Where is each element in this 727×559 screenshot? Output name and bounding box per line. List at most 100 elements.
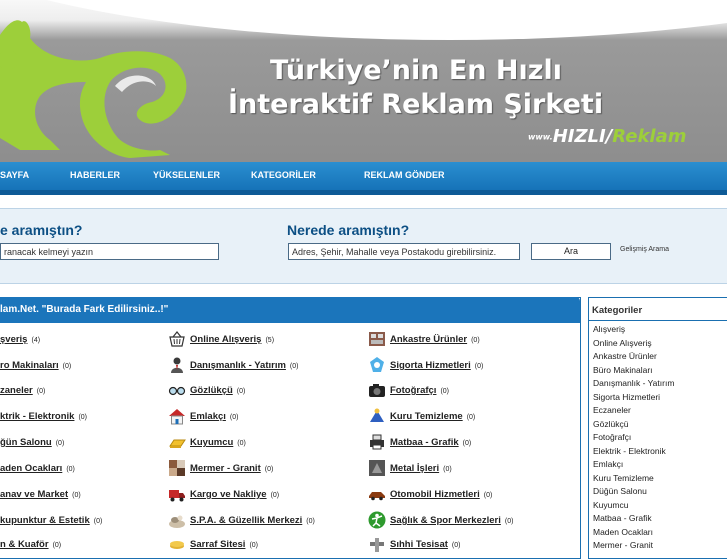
category-name[interactable]: Sağlık & Spor Merkezleri — [390, 515, 501, 526]
category-count: (0) — [229, 414, 239, 421]
category-link[interactable]: ktrik - Elektronik (0) — [0, 411, 87, 422]
category-count: (0) — [471, 337, 480, 344]
printer-icon — [370, 434, 384, 450]
sidebar-item[interactable]: Eczaneler — [593, 405, 631, 415]
category-name[interactable]: ro Makinaları — [0, 360, 59, 371]
category-link[interactable]: Mermer - Granit (0) — [190, 463, 273, 474]
category-link[interactable]: Fotoğrafçı (0) — [390, 385, 449, 396]
category-name[interactable]: şveriş — [0, 334, 27, 345]
nav-reklam-gonder[interactable]: REKLAM GÖNDER — [364, 170, 445, 180]
insurance-icon — [370, 357, 384, 372]
category-link[interactable]: Sağlık & Spor Merkezleri (0) — [390, 515, 513, 526]
category-link[interactable]: şveriş (4) — [0, 334, 40, 345]
category-count: (0) — [72, 492, 81, 499]
sidebar-item[interactable]: Danışmanlık - Yatırım — [593, 378, 674, 388]
category-link[interactable]: ğün Salonu (0) — [0, 437, 64, 448]
category-count: (0) — [483, 492, 493, 499]
spa-icon — [169, 515, 185, 528]
category-link[interactable]: Matbaa - Grafik (0) — [390, 437, 471, 448]
header-banner: Türkiye’nin En Hızlı İnteraktif Reklam Ş… — [0, 0, 727, 162]
category-count: (0) — [66, 466, 75, 473]
sidebar-item[interactable]: Mermer - Granit — [593, 540, 653, 550]
category-name[interactable]: zaneler — [0, 385, 33, 396]
category-name[interactable]: Kuru Temizleme — [390, 411, 463, 422]
sidebar-item[interactable]: Düğün Salonu — [593, 486, 647, 496]
category-name[interactable]: Emlakçı — [190, 411, 226, 422]
category-name[interactable]: Gözlükçü — [190, 385, 233, 396]
marble-icon — [169, 460, 185, 476]
nav-kategoriler[interactable]: KATEGORİLER — [251, 170, 316, 180]
category-link[interactable]: Otomobil Hizmetleri (0) — [390, 489, 492, 500]
category-name[interactable]: ktrik - Elektronik — [0, 411, 74, 422]
headline-line-2: İnteraktif Reklam Şirketi — [228, 89, 604, 120]
category-link[interactable]: S.P.A. & Güzellik Merkezi (0) — [190, 515, 315, 526]
sidebar-item[interactable]: Emlakçı — [593, 459, 623, 469]
sidebar-item[interactable]: Online Alışveriş — [593, 338, 652, 348]
sidebar-divider — [588, 320, 727, 321]
category-name[interactable]: Ankastre Ürünler — [390, 334, 467, 345]
category-link[interactable]: Emlakçı (0) — [190, 411, 238, 422]
sidebar-item[interactable]: Alışveriş — [593, 324, 625, 334]
category-link[interactable]: Sigorta Hizmetleri (0) — [390, 360, 483, 371]
search-button[interactable]: Ara — [531, 243, 611, 260]
category-link[interactable]: Kargo ve Nakliye (0) — [190, 489, 279, 500]
category-link[interactable]: Metal İşleri (0) — [390, 463, 452, 474]
nav-haberler[interactable]: HABERLER — [70, 170, 120, 180]
category-name[interactable]: kupunktur & Estetik — [0, 515, 90, 526]
category-count: (0) — [237, 440, 246, 447]
sidebar-item[interactable]: Maden Ocakları — [593, 527, 653, 537]
category-name[interactable]: Fotoğrafçı — [390, 385, 436, 396]
category-link[interactable]: Kuyumcu (0) — [190, 437, 246, 448]
category-name[interactable]: ğün Salonu — [0, 437, 52, 448]
category-name[interactable]: Metal İşleri — [390, 463, 439, 474]
category-count: (0) — [264, 466, 274, 473]
category-name[interactable]: aden Ocakları — [0, 463, 62, 474]
category-name[interactable]: Kuyumcu — [190, 437, 233, 448]
what-search-input[interactable]: ranacak kelmeyi yazın — [0, 243, 219, 260]
sidebar-item[interactable]: Ankastre Ürünler — [593, 351, 657, 361]
category-name[interactable]: Sigorta Hizmetleri — [390, 360, 471, 371]
category-count: (0) — [52, 542, 62, 549]
category-name[interactable]: Kargo ve Nakliye — [190, 489, 267, 500]
sidebar-item[interactable]: Fotoğrafçı — [593, 432, 631, 442]
category-count: (5) — [265, 337, 275, 344]
category-name[interactable]: Matbaa - Grafik — [390, 437, 459, 448]
category-name[interactable]: anav ve Market — [0, 489, 68, 500]
category-link[interactable]: ro Makinaları (0) — [0, 360, 71, 371]
category-link[interactable]: aden Ocakları (0) — [0, 463, 75, 474]
car-icon — [369, 492, 385, 501]
brand-hizli: HIZLI — [552, 126, 606, 147]
category-name[interactable]: S.P.A. & Güzellik Merkezi — [190, 515, 302, 526]
headline-line-1: Türkiye’nin En Hızlı — [270, 55, 563, 86]
category-name[interactable]: Mermer - Granit — [190, 463, 261, 474]
sidebar-item[interactable]: Matbaa - Grafik — [593, 513, 652, 523]
category-link[interactable]: Kuru Temizleme (0) — [390, 411, 475, 422]
category-link[interactable]: kupunktur & Estetik (0) — [0, 515, 102, 526]
sidebar-item[interactable]: Elektrik - Elektronik — [593, 446, 666, 456]
brand-reklam: Reklam — [612, 126, 687, 147]
sidebar-item[interactable]: Büro Makinaları — [593, 365, 653, 375]
sidebar-item[interactable]: Kuru Temizleme — [593, 473, 654, 483]
category-link[interactable]: Ankastre Ürünler (0) — [390, 334, 480, 345]
nav-home[interactable]: SAYFA — [0, 170, 29, 180]
category-link[interactable]: Online Alışveriş (5) — [190, 334, 274, 345]
category-count: (0) — [306, 518, 315, 525]
category-link[interactable]: anav ve Market (0) — [0, 489, 81, 500]
headline: Türkiye’nin En Hızlı İnteraktif Reklam Ş… — [228, 54, 603, 122]
category-link[interactable]: zaneler (0) — [0, 385, 45, 396]
where-search-input[interactable]: Adres, Şehir, Mahalle veya Postakodu gir… — [288, 243, 520, 260]
category-count: (0) — [236, 388, 246, 395]
sidebar-item[interactable]: Sigorta Hizmetleri — [593, 392, 660, 402]
category-link[interactable]: Gözlükçü (0) — [190, 385, 245, 396]
category-name[interactable]: Online Alışveriş — [190, 334, 261, 345]
category-name[interactable]: Danışmanlık - Yatırım — [190, 360, 286, 371]
category-link[interactable]: Danışmanlık - Yatırım (0) — [190, 360, 298, 371]
nav-yukselenler[interactable]: YÜKSELENLER — [153, 170, 220, 180]
metal-icon — [369, 460, 385, 476]
sidebar-item[interactable]: Gözlükçü — [593, 419, 628, 429]
panel-title: lam.Net. "Burada Fark Edilirsiniz..!" — [0, 304, 169, 315]
category-name[interactable]: Otomobil Hizmetleri — [390, 489, 480, 500]
sidebar-item[interactable]: Kuyumcu — [593, 500, 628, 510]
advanced-search-link[interactable]: Gelişmiş Arama — [620, 246, 669, 253]
category-count: (0) — [289, 363, 299, 370]
